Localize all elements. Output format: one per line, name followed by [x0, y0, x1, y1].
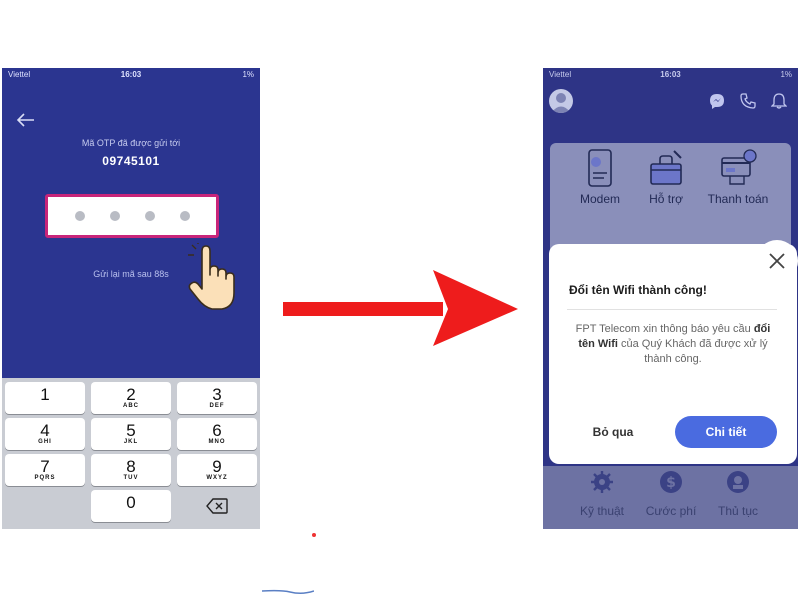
messenger-icon[interactable]	[709, 93, 725, 109]
otp-sent-label: Mã OTP đã được gửi tới	[81, 138, 181, 148]
backspace-icon	[206, 498, 228, 514]
pointing-hand-icon	[188, 243, 235, 310]
details-button[interactable]: Chi tiết	[675, 416, 777, 448]
numeric-keypad: 1 2 ABC 3 DEF 4 GHI 5 JKL 6 MNO 7 PQRS 8 TUV 9W…	[2, 378, 260, 529]
dialog-message-suffix: của Quý Khách đã được xử lý thành công.	[621, 338, 768, 365]
close-button[interactable]	[756, 240, 798, 282]
dialog-message-prefix: FPT Telecom xin thông báo yêu cầu	[575, 323, 751, 335]
divider	[567, 309, 777, 310]
close-icon	[769, 253, 785, 269]
otp-digit-dot	[74, 211, 85, 221]
phone-number: 09745101	[102, 154, 160, 168]
bell-icon[interactable]	[771, 93, 787, 109]
transition-arrow-icon	[283, 270, 518, 346]
stray-stroke	[262, 589, 314, 595]
otp-digit-dot	[109, 211, 120, 221]
stray-mark	[312, 533, 316, 537]
comparison-screenshot: Viettel 16:03 1% Mã OTP đã được gửi tới …	[0, 0, 800, 600]
key-1[interactable]: 1	[5, 382, 85, 414]
status-time: 16:03	[120, 70, 142, 79]
battery-level: 1%	[242, 70, 254, 79]
back-arrow-icon[interactable]	[16, 112, 36, 128]
key-6[interactable]: 6 MNO	[177, 418, 257, 450]
status-bar: Viettel 16:03 1%	[543, 68, 798, 82]
dialog-title: Đổi tên Wifi thành công!	[569, 283, 707, 297]
key-3[interactable]: 3 DEF	[177, 382, 257, 414]
otp-input[interactable]	[45, 194, 219, 238]
delete-key[interactable]	[177, 490, 257, 522]
avatar[interactable]	[549, 89, 573, 113]
gear-icon	[591, 471, 613, 493]
key-0[interactable]: 0	[91, 490, 171, 522]
payment-icon	[721, 149, 757, 185]
service-modem[interactable]: Modem	[565, 148, 635, 206]
key-9[interactable]: 9 WXYZ	[177, 454, 257, 486]
user-icon	[551, 93, 571, 113]
otp-screen: Viettel 16:03 1% Mã OTP đã được gửi tới …	[2, 68, 260, 529]
otp-digit-dot	[144, 211, 155, 221]
skip-button[interactable]: Bỏ qua	[577, 417, 649, 447]
key-5[interactable]: 5 JKL	[91, 418, 171, 450]
support-icon	[650, 150, 682, 185]
procedure-icon	[727, 471, 749, 493]
key-7[interactable]: 7 PQRS	[5, 454, 85, 486]
phone-icon[interactable]	[740, 93, 756, 109]
nav-procedures[interactable]: Thủ tục	[703, 470, 773, 518]
key-8[interactable]: 8 TUV	[91, 454, 171, 486]
key-blank	[5, 490, 85, 522]
otp-digit-dot	[179, 211, 190, 221]
key-2[interactable]: 2 ABC	[91, 382, 171, 414]
dialog-message: FPT Telecom xin thông báo yêu cầu đổi tê…	[567, 322, 779, 367]
service-support[interactable]: Hỗ trợ	[631, 148, 701, 206]
battery-level: 1%	[780, 70, 792, 79]
app-header	[543, 82, 798, 122]
service-payment[interactable]: Thanh toán	[703, 148, 773, 206]
key-4[interactable]: 4 GHI	[5, 418, 85, 450]
modem-icon	[588, 149, 612, 187]
dollar-icon: $	[660, 471, 682, 493]
nav-fees[interactable]: $ Cước phí	[636, 470, 706, 518]
nav-technical[interactable]: Kỹ thuật	[567, 470, 637, 518]
svg-text:$: $	[666, 475, 676, 491]
status-time: 16:03	[660, 70, 681, 79]
status-bar: Viettel 16:03 1%	[2, 68, 260, 82]
